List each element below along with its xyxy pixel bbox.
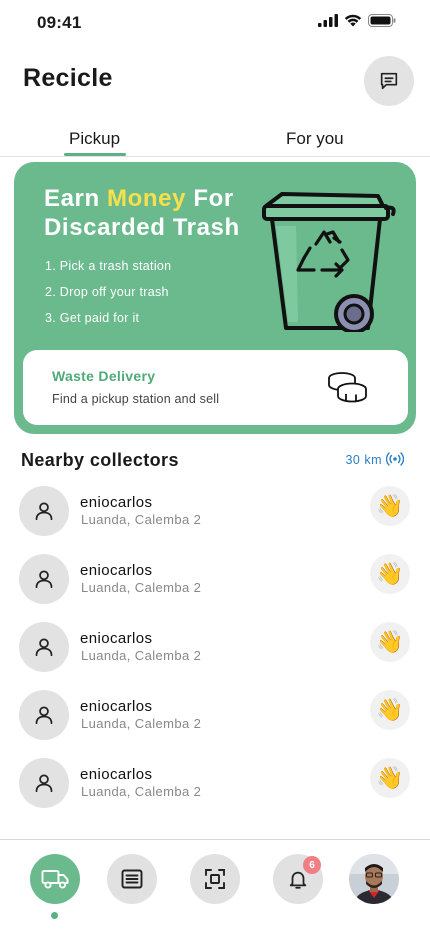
- signal-icon: [318, 14, 338, 27]
- avatar: [19, 554, 69, 604]
- collectors-list: eniocarlos Luanda, Calemba 2 👋 eniocarlo…: [0, 484, 430, 824]
- user-icon: [35, 570, 53, 589]
- active-tab-indicator: [64, 153, 126, 156]
- avatar: [19, 486, 69, 536]
- notification-badge: 6: [303, 856, 321, 874]
- list-item[interactable]: eniocarlos Luanda, Calemba 2 👋: [0, 552, 430, 620]
- wave-button[interactable]: 👋: [370, 554, 410, 594]
- collector-name: eniocarlos: [80, 562, 153, 579]
- tab-for-you[interactable]: For you: [286, 129, 344, 149]
- app-title: Recicle: [23, 64, 113, 92]
- status-icons: [318, 14, 396, 27]
- nav-scan-button[interactable]: [190, 854, 240, 904]
- header: Recicle: [0, 56, 430, 106]
- collector-name: eniocarlos: [80, 630, 153, 647]
- chat-icon: [380, 72, 398, 90]
- user-icon: [35, 502, 53, 521]
- promo-step: 3. Get paid for it: [45, 311, 140, 325]
- scan-icon: [205, 869, 225, 889]
- promo-title-line2: Discarded Trash: [44, 214, 240, 241]
- list-icon: [121, 869, 143, 889]
- user-icon: [35, 638, 53, 657]
- avatar: [19, 690, 69, 740]
- promo-card: Earn Money For Discarded Trash 1. Pick a…: [14, 162, 416, 434]
- collector-location: Luanda, Calemba 2: [81, 580, 202, 595]
- collector-location: Luanda, Calemba 2: [81, 512, 202, 527]
- nav-pickup-button[interactable]: [30, 854, 80, 904]
- wave-button[interactable]: 👋: [370, 758, 410, 798]
- collector-location: Luanda, Calemba 2: [81, 784, 202, 799]
- collector-name: eniocarlos: [80, 766, 153, 783]
- avatar: [19, 622, 69, 672]
- profile-photo: [349, 854, 399, 904]
- nearby-collectors-header: Nearby collectors 30 km: [0, 448, 430, 474]
- active-nav-indicator: [51, 912, 58, 919]
- wave-button[interactable]: 👋: [370, 486, 410, 526]
- collector-location: Luanda, Calemba 2: [81, 648, 202, 663]
- avatar: [19, 758, 69, 808]
- battery-icon: [368, 14, 396, 27]
- promo-step: 2. Drop off your trash: [45, 285, 169, 299]
- waste-delivery-title: Waste Delivery: [52, 368, 156, 384]
- wifi-icon: [344, 14, 362, 27]
- section-title: Nearby collectors: [21, 450, 179, 470]
- collector-location: Luanda, Calemba 2: [81, 716, 202, 731]
- radar-icon[interactable]: [386, 452, 404, 466]
- waste-delivery-subtitle: Find a pickup station and sell: [52, 392, 220, 406]
- collector-name: eniocarlos: [80, 494, 153, 511]
- distance-filter[interactable]: 30 km: [345, 453, 382, 467]
- promo-steps: 1. Pick a trash station 2. Drop off your…: [45, 253, 171, 331]
- collector-name: eniocarlos: [80, 698, 153, 715]
- status-bar: 09:41: [0, 0, 430, 46]
- promo-title-highlight: Money: [107, 185, 187, 212]
- status-time: 09:41: [37, 13, 82, 32]
- coins-icon: [328, 372, 367, 403]
- promo-step: 1. Pick a trash station: [45, 259, 172, 273]
- promo-title-part1: Earn: [44, 185, 108, 212]
- recycle-bin-icon: [262, 192, 396, 332]
- bottom-nav: 6: [0, 839, 430, 932]
- list-item[interactable]: eniocarlos Luanda, Calemba 2 👋: [0, 484, 430, 552]
- list-item[interactable]: eniocarlos Luanda, Calemba 2 👋: [0, 688, 430, 756]
- profile-avatar[interactable]: [349, 854, 399, 904]
- promo-title-part2: For: [186, 185, 234, 212]
- chat-button[interactable]: [364, 56, 414, 106]
- promo-title: Earn Money For Discarded Trash: [44, 184, 240, 242]
- user-icon: [35, 706, 53, 725]
- wave-button[interactable]: 👋: [370, 622, 410, 662]
- nav-notifications-button[interactable]: 6: [273, 854, 323, 904]
- nav-list-button[interactable]: [107, 854, 157, 904]
- truck-icon: [41, 870, 69, 889]
- list-item[interactable]: eniocarlos Luanda, Calemba 2 👋: [0, 756, 430, 824]
- user-icon: [35, 774, 53, 793]
- waste-delivery-card[interactable]: Waste Delivery Find a pickup station and…: [23, 350, 408, 425]
- wave-button[interactable]: 👋: [370, 690, 410, 730]
- tab-bar: Pickup For you: [0, 127, 430, 157]
- tab-pickup[interactable]: Pickup: [69, 129, 120, 149]
- list-item[interactable]: eniocarlos Luanda, Calemba 2 👋: [0, 620, 430, 688]
